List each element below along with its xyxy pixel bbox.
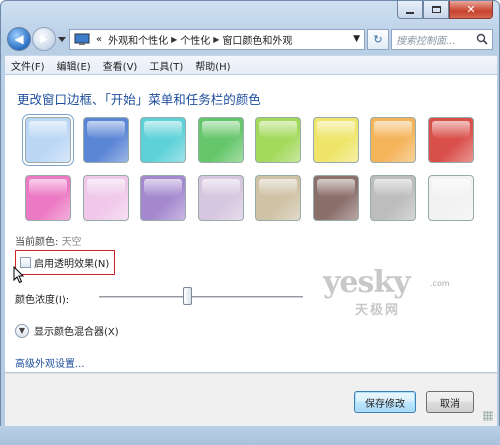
minimize-button[interactable]: [397, 1, 423, 19]
color-swatch[interactable]: [22, 114, 74, 166]
address-bar[interactable]: « 外观和个性化 ▶ 个性化 ▶ 窗口颜色和外观 ▼: [69, 29, 365, 50]
control-panel-icon: [74, 33, 90, 45]
refresh-icon: ↻: [373, 33, 383, 46]
search-input[interactable]: 搜索控制面...: [391, 29, 493, 50]
menu-edit[interactable]: 编辑(E): [57, 58, 91, 73]
breadcrumb-personalization[interactable]: 个性化: [180, 32, 210, 47]
breadcrumb-separator-icon[interactable]: ▶: [171, 35, 177, 44]
color-mixer-toggle[interactable]: ▼ 显示颜色混合器(X): [15, 323, 119, 338]
color-swatch[interactable]: [255, 117, 301, 163]
intensity-label: 颜色浓度(I):: [15, 295, 70, 306]
search-placeholder: 搜索控制面...: [396, 36, 456, 47]
intensity-slider-thumb[interactable]: [182, 287, 192, 305]
window-bottom-border: [0, 426, 500, 445]
advanced-appearance-link[interactable]: 高级外观设置...: [15, 355, 85, 370]
color-swatch[interactable]: [140, 175, 186, 221]
color-swatch[interactable]: [197, 117, 244, 163]
back-arrow-icon: ◀: [14, 32, 24, 46]
close-icon: ✕: [466, 3, 476, 16]
back-button[interactable]: ◀: [7, 27, 31, 51]
color-swatch[interactable]: [312, 175, 359, 221]
mouse-pointer-icon: [13, 266, 25, 284]
color-swatch[interactable]: [197, 175, 244, 221]
color-swatch[interactable]: [140, 117, 186, 163]
color-swatch[interactable]: [370, 117, 416, 163]
color-swatch[interactable]: [25, 175, 71, 221]
transparency-label[interactable]: 启用透明效果(N): [34, 255, 109, 270]
recent-pages-dropdown-icon[interactable]: [58, 35, 66, 43]
navigation-row: ◀ ▶ « 外观和个性化 ▶ 个性化 ▶ 窗口颜色和外观 ▼ ↻ 搜索控制面..…: [7, 27, 495, 53]
menu-file[interactable]: 文件(F): [11, 58, 45, 73]
maximize-icon: [431, 6, 441, 13]
color-swatch[interactable]: [427, 175, 474, 221]
color-swatch[interactable]: [370, 175, 416, 221]
menu-bar: 文件(F) 编辑(E) 查看(V) 工具(T) 帮助(H): [5, 55, 497, 74]
breadcrumb-appearance[interactable]: 外观和个性化: [108, 32, 168, 47]
dialog-footer: 保存修改 取消: [5, 373, 497, 427]
color-swatch[interactable]: [427, 117, 474, 163]
current-color-text: 当前颜色: 天空: [15, 233, 82, 248]
current-color-value: 天空: [61, 237, 82, 248]
intensity-slider-track[interactable]: [99, 296, 303, 298]
close-button[interactable]: ✕: [449, 1, 493, 19]
page-title: 更改窗口边框、「开始」菜单和任务栏的颜色: [17, 92, 261, 107]
caption-buttons: ✕: [397, 1, 493, 21]
forward-button[interactable]: ▶: [32, 27, 56, 51]
color-mixer-label[interactable]: 显示颜色混合器(X): [34, 323, 119, 338]
window-frame: ✕ ◀ ▶ « 外观和个性化 ▶ 个性化 ▶ 窗口颜色和外观 ▼ ↻ 搜索控制面…: [0, 0, 500, 445]
watermark-domain-suffix: .com: [430, 279, 450, 288]
breadcrumb-separator-icon[interactable]: ▶: [213, 35, 219, 44]
watermark-brand: yesky: [323, 265, 411, 300]
watermark-cn: 天极网: [355, 303, 401, 318]
refresh-button[interactable]: ↻: [367, 29, 389, 50]
breadcrumb-window-color[interactable]: 窗口颜色和外观: [222, 32, 292, 47]
color-swatch[interactable]: [82, 117, 129, 163]
maximize-button[interactable]: [423, 1, 449, 19]
minimize-icon: [406, 11, 414, 14]
address-dropdown-icon[interactable]: ▼: [353, 34, 360, 44]
forward-arrow-icon: ▶: [40, 33, 48, 45]
resize-grip-icon[interactable]: [483, 411, 493, 421]
breadcrumb-overflow[interactable]: «: [96, 34, 102, 45]
menu-view[interactable]: 查看(V): [103, 58, 138, 73]
search-icon[interactable]: [476, 33, 488, 45]
transparency-option[interactable]: 启用透明效果(N): [15, 250, 115, 275]
content-area: 更改窗口边框、「开始」菜单和任务栏的颜色 当前颜色: 天空 启用透明效果(N) …: [5, 75, 497, 372]
color-swatch[interactable]: [82, 175, 129, 221]
current-color-label: 当前颜色:: [15, 237, 59, 248]
menu-help[interactable]: 帮助(H): [195, 58, 230, 73]
save-changes-button[interactable]: 保存修改: [354, 391, 416, 413]
menu-tools[interactable]: 工具(T): [149, 58, 183, 73]
chevron-down-icon[interactable]: ▼: [15, 323, 29, 338]
color-swatch[interactable]: [312, 117, 359, 163]
color-swatch[interactable]: [255, 175, 301, 221]
cancel-button[interactable]: 取消: [426, 391, 474, 413]
yesky-watermark-logo: yesky .com 天极网: [323, 265, 450, 318]
